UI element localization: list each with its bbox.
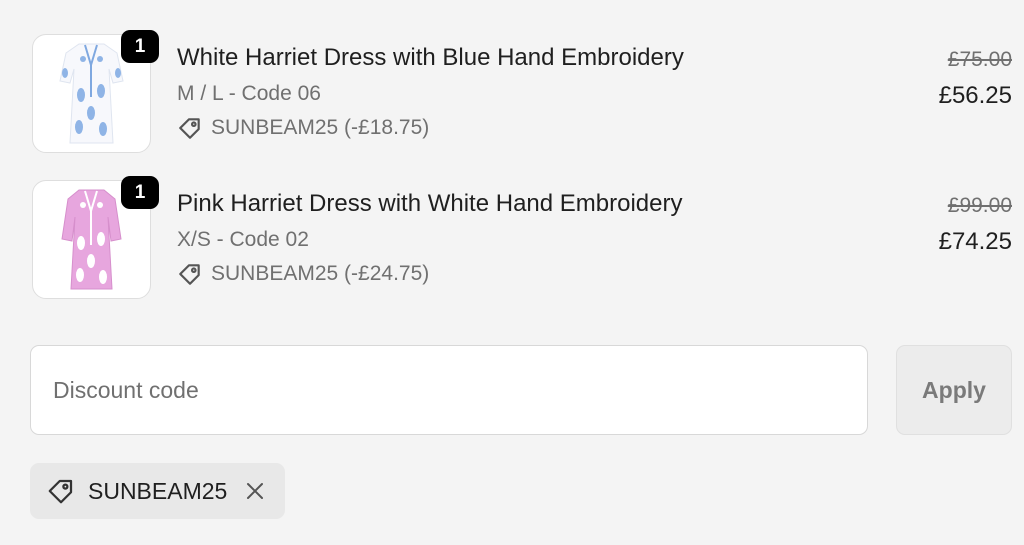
applied-discount-chip: SUNBEAM25 <box>30 463 286 519</box>
item-discount-label: SUNBEAM25 (-£24.75) <box>211 262 430 285</box>
product-title: White Harriet Dress with Blue Hand Embro… <box>177 44 684 71</box>
tag-icon <box>177 115 203 141</box>
original-price: £99.00 <box>947 194 1012 217</box>
line-item: 1 Pink Harriet Dress with White Hand Emb… <box>32 176 1012 300</box>
apply-button[interactable]: Apply <box>896 345 1012 435</box>
item-discount: SUNBEAM25 (-£18.75) <box>177 114 429 142</box>
discount-code-input[interactable] <box>30 345 868 435</box>
applied-discount-code: SUNBEAM25 <box>88 477 228 504</box>
final-price: £56.25 <box>938 82 1012 109</box>
item-discount-label: SUNBEAM25 (-£18.75) <box>211 116 430 139</box>
quantity-badge: 1 <box>121 176 159 209</box>
close-icon[interactable] <box>243 479 267 503</box>
product-title: Pink Harriet Dress with White Hand Embro… <box>177 190 683 217</box>
tag-icon <box>177 261 203 287</box>
product-variant: M / L - Code 06 <box>177 82 321 105</box>
line-item: 1 White Harriet Dress with Blue Hand Emb… <box>32 30 1012 154</box>
product-variant: X/S - Code 02 <box>177 228 309 251</box>
original-price: £75.00 <box>947 48 1012 71</box>
quantity-badge: 1 <box>121 30 159 63</box>
tag-icon <box>46 476 76 506</box>
item-discount: SUNBEAM25 (-£24.75) <box>177 260 429 288</box>
final-price: £74.25 <box>938 228 1012 255</box>
